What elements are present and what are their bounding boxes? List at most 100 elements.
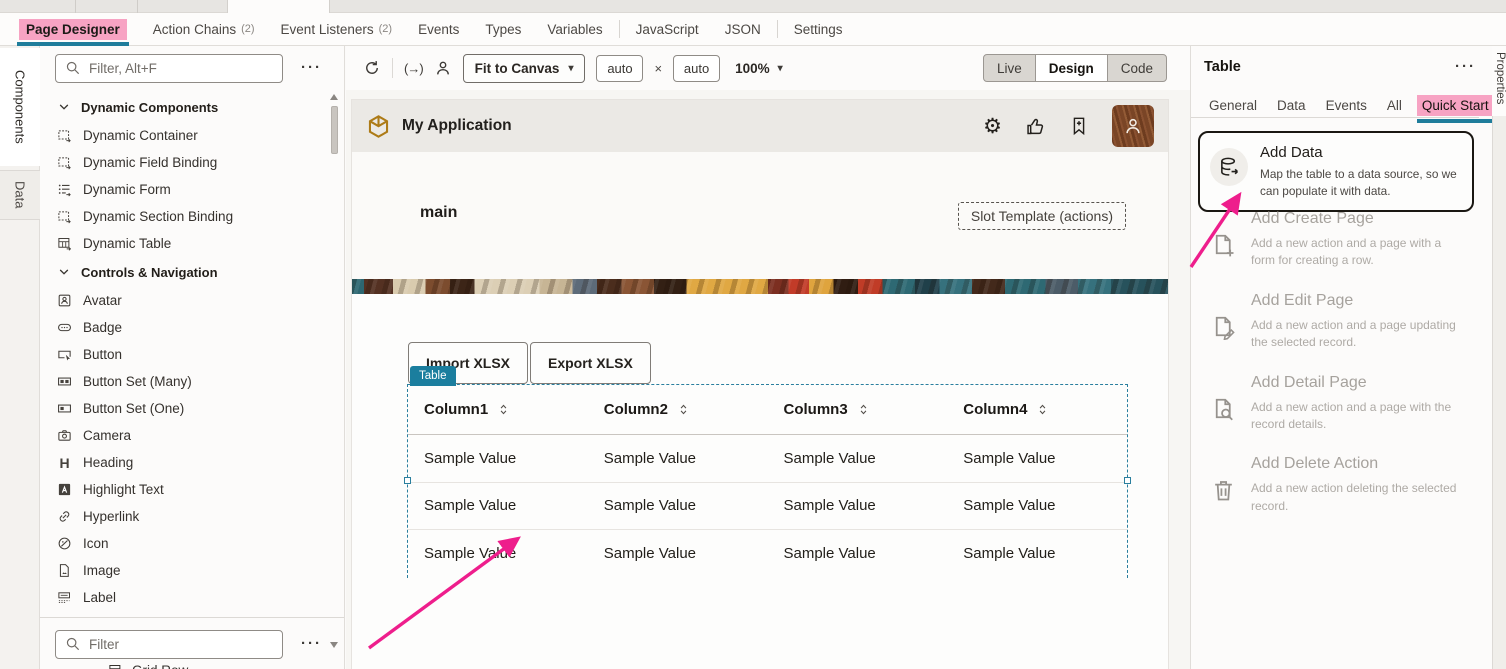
palette-item-icon[interactable]: Icon xyxy=(40,530,326,557)
palette-item-button-set-one[interactable]: Button Set (One) xyxy=(40,395,326,422)
mode-code-button[interactable]: Code xyxy=(1107,54,1167,82)
quick-start-title: Add Data xyxy=(1260,144,1466,161)
table-cell: Sample Value xyxy=(947,545,1127,562)
column-header[interactable]: Column3 xyxy=(768,401,948,418)
structure-filter-input[interactable] xyxy=(55,630,283,659)
mode-switcher: Live Design Code xyxy=(983,54,1167,82)
thumbs-up-icon[interactable] xyxy=(1025,116,1046,137)
scrollbar-thumb[interactable] xyxy=(331,106,338,154)
collapsed-panel-track xyxy=(1492,116,1506,669)
props-tab-quick-start[interactable]: Quick Start xyxy=(1417,95,1494,116)
palette-item-badge[interactable]: Badge xyxy=(40,314,326,341)
tab-divider xyxy=(777,20,778,38)
palette-item-camera[interactable]: Camera xyxy=(40,422,326,449)
table-cell: Sample Value xyxy=(588,497,768,514)
props-tab-events[interactable]: Events xyxy=(1321,95,1372,116)
caret-down-icon: ▾ xyxy=(778,63,783,74)
tab-javascript[interactable]: JavaScript xyxy=(623,13,712,46)
refresh-icon[interactable] xyxy=(363,59,381,77)
column-header[interactable]: Column2 xyxy=(588,401,768,418)
tab-events[interactable]: Events xyxy=(405,13,472,46)
sort-icon[interactable] xyxy=(497,403,510,416)
preview-app-header: My Application ⚙ xyxy=(352,100,1168,152)
tab-page-designer[interactable]: Page Designer xyxy=(6,13,140,46)
palette-item-dynamic-section-binding[interactable]: Dynamic Section Binding xyxy=(40,203,326,230)
rail-tab-components[interactable]: Components xyxy=(0,48,41,166)
palette-item-dynamic-form[interactable]: Dynamic Form xyxy=(40,176,326,203)
preview-page-body: main Slot Template (actions) Import XLSX… xyxy=(352,152,1168,669)
table-cell: Sample Value xyxy=(588,545,768,562)
gear-icon[interactable]: ⚙ xyxy=(983,116,1002,137)
table-row[interactable]: Sample Value Sample Value Sample Value S… xyxy=(408,435,1127,483)
sort-icon[interactable] xyxy=(1036,403,1049,416)
palette-item-dynamic-table[interactable]: Dynamic Table xyxy=(40,230,326,257)
button-icon xyxy=(57,347,72,362)
tab-json[interactable]: JSON xyxy=(712,13,774,46)
sort-icon[interactable] xyxy=(677,403,690,416)
person-icon xyxy=(1123,116,1143,136)
palette-menu-button[interactable]: ··· xyxy=(301,63,322,73)
tab-event-listeners[interactable]: Event Listeners(2) xyxy=(268,13,406,46)
mode-live-button[interactable]: Live xyxy=(983,54,1036,82)
banner-image xyxy=(352,279,1168,294)
palette-item-button-set-many[interactable]: Button Set (Many) xyxy=(40,368,326,395)
collapsed-panel-strip[interactable]: Properties xyxy=(1492,46,1506,669)
structure-menu-button[interactable]: ··· xyxy=(301,639,322,649)
table-row[interactable]: Sample Value Sample Value Sample Value S… xyxy=(408,483,1127,531)
table-cell: Sample Value xyxy=(947,450,1127,467)
palette-item-highlight-text[interactable]: Highlight Text xyxy=(40,476,326,503)
palette-item-hyperlink[interactable]: Hyperlink xyxy=(40,503,326,530)
sort-icon[interactable] xyxy=(857,403,870,416)
zoom-dropdown[interactable]: 100% ▾ xyxy=(735,61,783,76)
quick-start-add-data-card[interactable]: Add Data Map the table to a data source,… xyxy=(1198,131,1474,212)
properties-menu-button[interactable]: ··· xyxy=(1455,62,1476,72)
tab-types[interactable]: Types xyxy=(472,13,534,46)
live-mappings-icon[interactable]: (→) xyxy=(404,61,423,76)
scroll-up-icon[interactable] xyxy=(330,94,338,100)
props-tab-general[interactable]: General xyxy=(1204,95,1262,116)
props-tab-data[interactable]: Data xyxy=(1272,95,1311,116)
table-row[interactable]: Sample Value Sample Value Sample Value S… xyxy=(408,530,1127,578)
palette-item-label[interactable]: Label xyxy=(40,584,326,611)
properties-panel: Table ··· General Data Events All Quick … xyxy=(1190,46,1492,669)
palette-item-button[interactable]: Button xyxy=(40,341,326,368)
palette-item-dynamic-container[interactable]: Dynamic Container xyxy=(40,122,326,149)
bookmark-plus-icon[interactable] xyxy=(1069,116,1089,136)
table-cell: Sample Value xyxy=(408,450,588,467)
table-cell: Sample Value xyxy=(768,545,948,562)
palette-item-image[interactable]: Image xyxy=(40,557,326,584)
components-filter-input[interactable] xyxy=(55,54,283,83)
selection-handle-right[interactable] xyxy=(1124,477,1131,484)
props-tab-all[interactable]: All xyxy=(1382,95,1407,116)
column-header[interactable]: Column1 xyxy=(408,401,588,418)
canvas-height-input[interactable] xyxy=(673,55,720,82)
active-document-tab[interactable] xyxy=(227,0,330,13)
palette-item-heading[interactable]: HHeading xyxy=(40,449,326,476)
export-xlsx-button[interactable]: Export XLSX xyxy=(530,342,651,384)
slot-template-placeholder[interactable]: Slot Template (actions) xyxy=(958,202,1126,230)
badge-icon xyxy=(57,320,72,335)
palette-scrollbar[interactable] xyxy=(330,94,339,656)
page-search-icon xyxy=(1211,397,1236,422)
user-preview-icon[interactable] xyxy=(434,59,452,77)
palette-item-dynamic-field-binding[interactable]: Dynamic Field Binding xyxy=(40,149,326,176)
rail-tab-data[interactable]: Data xyxy=(0,170,40,220)
tab-variables[interactable]: Variables xyxy=(534,13,615,46)
structure-item-partial[interactable]: Grid Row xyxy=(108,663,188,669)
section-controls-navigation[interactable]: Controls & Navigation xyxy=(40,257,326,287)
components-list: Dynamic Components Dynamic Container Dyn… xyxy=(40,92,326,618)
canvas-width-input[interactable] xyxy=(596,55,643,82)
dynamic-section-binding-icon xyxy=(57,209,72,224)
tab-settings[interactable]: Settings xyxy=(781,13,856,46)
selection-handle-left[interactable] xyxy=(404,477,411,484)
palette-item-avatar[interactable]: Avatar xyxy=(40,287,326,314)
search-icon xyxy=(65,636,81,652)
tab-action-chains[interactable]: Action Chains(2) xyxy=(140,13,268,46)
preview-table[interactable]: Column1 Column2 Column3 Column4 Sample V… xyxy=(408,385,1127,578)
user-avatar[interactable] xyxy=(1112,105,1154,147)
dynamic-container-icon xyxy=(57,128,72,143)
section-dynamic-components[interactable]: Dynamic Components xyxy=(40,92,326,122)
fit-to-canvas-dropdown[interactable]: Fit to Canvas ▾ xyxy=(463,54,586,83)
mode-design-button[interactable]: Design xyxy=(1035,54,1108,82)
column-header[interactable]: Column4 xyxy=(947,401,1127,418)
